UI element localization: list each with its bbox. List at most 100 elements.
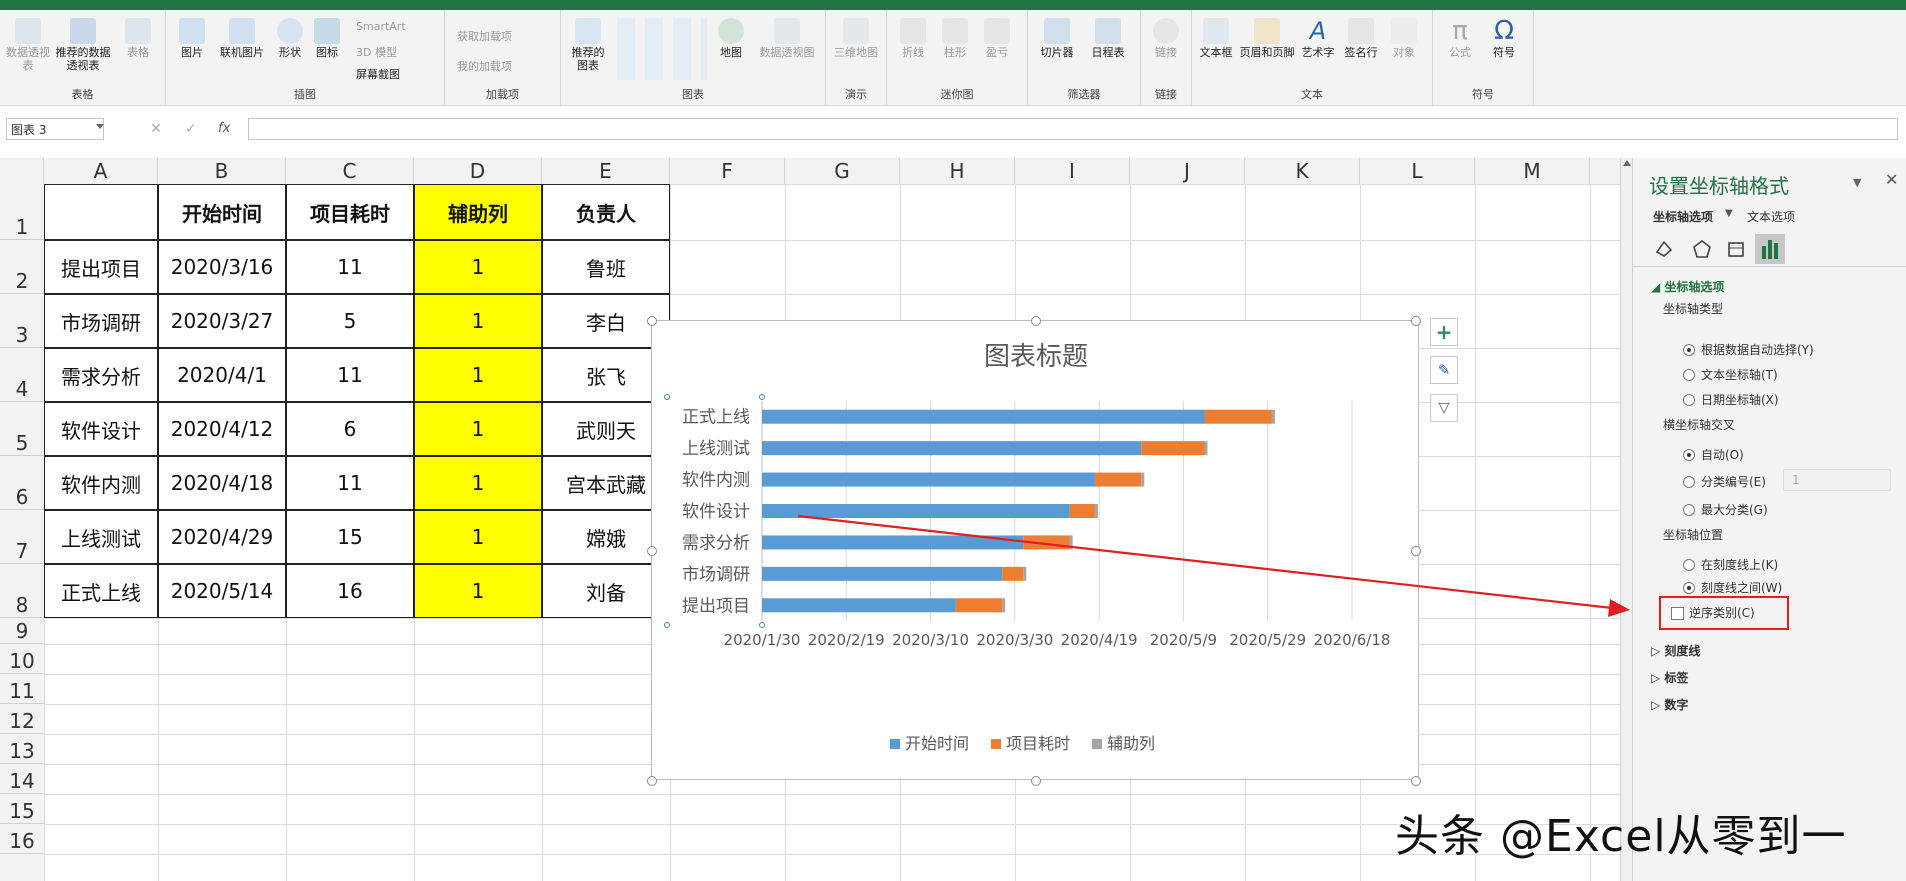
- tab-axis-options-dropdown-icon[interactable]: ▼: [1725, 208, 1733, 219]
- bar-start-time: [762, 409, 1205, 424]
- chart[interactable]: 图表标题 2020/1/30 2020/2/19 2020/3/10 2020/3/3…: [647, 316, 1421, 786]
- table-cell[interactable]: 11: [286, 240, 414, 294]
- table-cell[interactable]: 2020/3/27: [158, 294, 286, 348]
- radio-between-tick-marks[interactable]: [1683, 582, 1695, 594]
- table-cell[interactable]: 1: [414, 348, 542, 402]
- axis-selection-handle: [664, 622, 670, 628]
- pane-close-icon[interactable]: ✕: [1885, 170, 1898, 189]
- table-cell[interactable]: 2020/4/18: [158, 456, 286, 510]
- gridline: [1590, 184, 1591, 881]
- table-cell[interactable]: 提出项目: [44, 240, 158, 294]
- radio-text-axis-label: 文本坐标轴(T): [1701, 368, 1778, 382]
- table-cell[interactable]: 需求分析: [44, 348, 158, 402]
- table-cell[interactable]: 1: [414, 564, 542, 618]
- bar-helper: [1271, 409, 1275, 424]
- section-tick-marks[interactable]: ▷ 刻度线: [1651, 642, 1700, 659]
- header-cell[interactable]: 开始时间: [158, 184, 286, 240]
- radio-on-tick-marks-label: 在刻度线上(K): [1701, 558, 1779, 572]
- table-cell[interactable]: 1: [414, 456, 542, 510]
- section-axis-options[interactable]: ◢ 坐标轴选项: [1651, 278, 1724, 295]
- x-tick-label: 2020/3/10: [892, 631, 969, 649]
- bar-start-time: [762, 566, 1003, 581]
- bar-start-time: [762, 441, 1142, 456]
- x-tick-label: 2020/1/30: [724, 631, 801, 649]
- section-axis-options-label: 坐标轴选项: [1664, 280, 1725, 294]
- scroll-up-icon[interactable]: [1623, 160, 1631, 166]
- chart-resize-handle[interactable]: [647, 316, 657, 326]
- gridline: [1475, 184, 1476, 881]
- table-cell[interactable]: 6: [286, 402, 414, 456]
- table-cell[interactable]: 11: [286, 348, 414, 402]
- table-cell[interactable]: 2020/3/16: [158, 240, 286, 294]
- radio-text-axis[interactable]: [1683, 369, 1695, 381]
- axis-selection-handle: [759, 394, 765, 400]
- bar-duration: [1023, 535, 1070, 550]
- table-cell[interactable]: 16: [286, 564, 414, 618]
- radio-on-tick-marks[interactable]: [1683, 559, 1695, 571]
- header-cell[interactable]: [44, 184, 158, 240]
- bar-duration: [1141, 441, 1205, 456]
- table-cell[interactable]: 鲁班: [542, 240, 670, 294]
- table-cell[interactable]: 2020/4/12: [158, 402, 286, 456]
- table-cell[interactable]: 1: [414, 510, 542, 564]
- table-cell[interactable]: 5: [286, 294, 414, 348]
- tab-axis-options[interactable]: 坐标轴选项: [1653, 208, 1713, 225]
- table-cell[interactable]: 2020/4/1: [158, 348, 286, 402]
- chart-resize-handle[interactable]: [1031, 316, 1041, 326]
- axis-options-bar-icon[interactable]: [1755, 234, 1785, 264]
- table-cell[interactable]: 1: [414, 402, 542, 456]
- chart-title[interactable]: 图表标题: [984, 342, 1088, 372]
- table-cell[interactable]: 2020/4/29: [158, 510, 286, 564]
- pane-options-dropdown-icon[interactable]: ▼: [1853, 176, 1861, 189]
- radio-cross-auto[interactable]: [1683, 449, 1695, 461]
- legend-swatch: [1092, 739, 1102, 749]
- table-cell[interactable]: 1: [414, 240, 542, 294]
- table-cell[interactable]: 上线测试: [44, 510, 158, 564]
- funnel-glyph: ▽: [1438, 400, 1450, 416]
- header-cell[interactable]: 项目耗时: [286, 184, 414, 240]
- chart-elements-plus-icon[interactable]: +: [1430, 318, 1458, 346]
- section-labels[interactable]: ▷ 标签: [1651, 669, 1688, 686]
- bar-duration: [1094, 472, 1142, 487]
- chart-filter-icon[interactable]: ▽: [1430, 394, 1458, 422]
- chart-resize-handle[interactable]: [1411, 546, 1421, 556]
- chart-resize-handle[interactable]: [647, 546, 657, 556]
- section-number[interactable]: ▷ 数字: [1651, 696, 1688, 713]
- x-tick-label: 2020/4/19: [1061, 631, 1138, 649]
- x-tick-label: 2020/3/30: [976, 631, 1053, 649]
- bar-helper: [1141, 472, 1145, 487]
- radio-auto-select[interactable]: [1683, 344, 1695, 356]
- table-cell[interactable]: 软件内测: [44, 456, 158, 510]
- table-cell[interactable]: 软件设计: [44, 402, 158, 456]
- bar-duration: [955, 598, 1003, 613]
- fill-line-icon[interactable]: [1653, 238, 1675, 260]
- cross-category-input[interactable]: 1: [1783, 469, 1891, 491]
- bar-duration: [1069, 504, 1095, 518]
- table-cell[interactable]: 2020/5/14: [158, 564, 286, 618]
- table-cell[interactable]: 市场调研: [44, 294, 158, 348]
- table-cell[interactable]: 正式上线: [44, 564, 158, 618]
- category-label: 提出项目: [682, 596, 750, 616]
- radio-cross-category[interactable]: [1683, 476, 1695, 488]
- bar-duration: [1204, 409, 1272, 424]
- chart-resize-handle[interactable]: [647, 776, 657, 786]
- radio-cross-max[interactable]: [1683, 504, 1695, 516]
- chart-resize-handle[interactable]: [1031, 776, 1041, 786]
- radio-cross-auto-label: 自动(O): [1701, 448, 1744, 462]
- gridline: [44, 824, 1620, 825]
- table-cell[interactable]: 11: [286, 456, 414, 510]
- size-properties-icon[interactable]: [1725, 238, 1747, 260]
- table-cell[interactable]: 1: [414, 294, 542, 348]
- tab-text-options[interactable]: 文本选项: [1747, 208, 1795, 225]
- brush-glyph: ✎: [1437, 361, 1451, 379]
- header-cell[interactable]: 负责人: [542, 184, 670, 240]
- chart-resize-handle[interactable]: [1411, 776, 1421, 786]
- reverse-categories-checkbox[interactable]: [1671, 607, 1684, 620]
- effects-pentagon-icon[interactable]: [1691, 238, 1713, 260]
- radio-cross-max-label: 最大分类(G): [1701, 503, 1768, 517]
- table-cell[interactable]: 15: [286, 510, 414, 564]
- chart-resize-handle[interactable]: [1411, 316, 1421, 326]
- radio-date-axis[interactable]: [1683, 394, 1695, 406]
- header-cell[interactable]: 辅助列: [414, 184, 542, 240]
- chart-styles-brush-icon[interactable]: ✎: [1430, 356, 1458, 384]
